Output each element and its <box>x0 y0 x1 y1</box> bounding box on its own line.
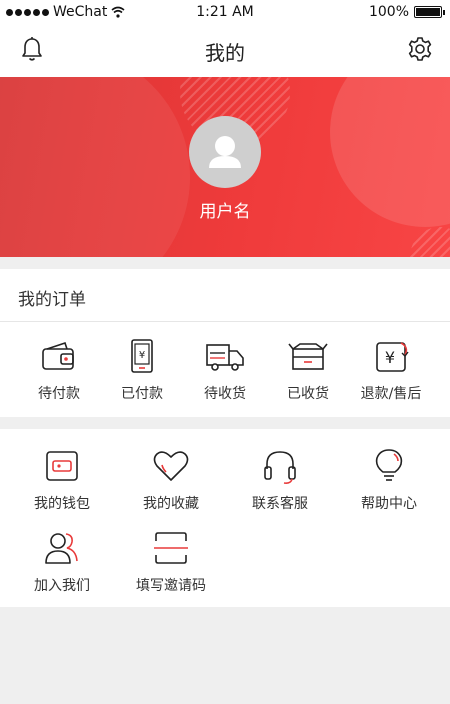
page-title: 我的 <box>205 41 245 65</box>
wallet-icon <box>46 451 78 481</box>
user-icon <box>209 136 241 168</box>
scan-icon <box>154 532 188 564</box>
gear-icon[interactable] <box>406 35 434 63</box>
decor-circle <box>0 77 190 257</box>
order-label: 已付款 <box>121 386 163 402</box>
order-label: 退款/售后 <box>360 386 422 402</box>
decor-stripes <box>410 227 450 257</box>
service-label: 加入我们 <box>34 578 90 594</box>
order-item-to-receive[interactable]: 待收货 <box>180 337 270 407</box>
heart-icon <box>153 451 189 481</box>
order-label: 已收货 <box>287 386 329 402</box>
service-favorites[interactable]: 我的收藏 <box>115 447 227 517</box>
order-item-unpaid[interactable]: 待付款 <box>14 337 104 407</box>
wallet-icon <box>42 341 74 370</box>
order-item-refund[interactable]: ¥ 退款/售后 <box>346 337 436 407</box>
service-join-us[interactable]: 加入我们 <box>6 529 118 599</box>
battery-group: 100% <box>368 4 445 20</box>
nav-bar: 我的 <box>0 25 450 77</box>
battery-icon <box>414 6 445 18</box>
bulb-icon <box>375 449 403 481</box>
service-label: 帮助中心 <box>361 496 417 512</box>
order-label: 待付款 <box>38 386 80 402</box>
box-icon <box>288 343 328 370</box>
avatar[interactable] <box>189 116 261 188</box>
svg-text:¥: ¥ <box>385 348 395 367</box>
services-section: 我的钱包 我的收藏 联系客服 帮助中心 加入我们 填写邀请码 <box>0 429 450 607</box>
battery-percent: 100% <box>368 4 409 20</box>
orders-section: 我的订单 待付款 ¥ 已付款 待收货 已收货 ¥ 退款/售后 <box>0 269 450 417</box>
divider <box>0 321 450 322</box>
service-label: 填写邀请码 <box>136 578 206 594</box>
refund-icon: ¥ <box>376 342 409 372</box>
service-wallet[interactable]: 我的钱包 <box>6 447 118 517</box>
paid-phone-icon: ¥ <box>131 339 153 373</box>
order-label: 待收货 <box>204 386 246 402</box>
profile-header: 用户名 <box>0 77 450 257</box>
status-bar: WeChat 1:21 AM 100% <box>0 0 450 25</box>
service-label: 我的钱包 <box>34 496 90 512</box>
order-item-received[interactable]: 已收货 <box>263 337 353 407</box>
service-label: 我的收藏 <box>143 496 199 512</box>
service-help[interactable]: 帮助中心 <box>333 447 445 517</box>
orders-title[interactable]: 我的订单 <box>18 285 86 310</box>
service-label: 联系客服 <box>252 496 308 512</box>
people-icon <box>45 533 78 564</box>
order-item-paid[interactable]: ¥ 已付款 <box>97 337 187 407</box>
service-support[interactable]: 联系客服 <box>224 447 336 517</box>
service-invite-code[interactable]: 填写邀请码 <box>115 529 227 599</box>
truck-icon <box>206 344 244 371</box>
username[interactable]: 用户名 <box>0 197 450 222</box>
headset-icon <box>264 451 296 484</box>
svg-text:¥: ¥ <box>139 350 145 361</box>
